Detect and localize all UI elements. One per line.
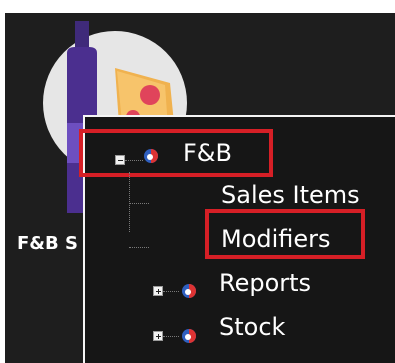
window-frame: F&B S F&B Sales Items Modifiers Reports … — [5, 13, 395, 363]
tree-node-sales-items[interactable]: Sales Items — [221, 181, 360, 209]
tree-connector-vertical — [129, 172, 130, 232]
highlight-box-fb — [79, 129, 273, 177]
tree-node-stock[interactable]: Stock — [219, 313, 285, 341]
tree-connector — [129, 247, 149, 248]
reports-node-icon — [181, 277, 197, 305]
tree-connector — [163, 336, 179, 337]
tree-view-panel: F&B Sales Items Modifiers Reports Stock — [79, 115, 395, 363]
tree-connector — [163, 291, 179, 292]
stock-node-icon — [181, 322, 197, 350]
tree-connector — [129, 203, 149, 204]
tree-node-reports[interactable]: Reports — [219, 269, 311, 297]
expand-toggle-reports[interactable] — [153, 286, 163, 296]
highlight-box-modifiers — [205, 209, 365, 259]
expand-toggle-stock[interactable] — [153, 331, 163, 341]
app-tile-label: F&B S — [17, 233, 78, 254]
